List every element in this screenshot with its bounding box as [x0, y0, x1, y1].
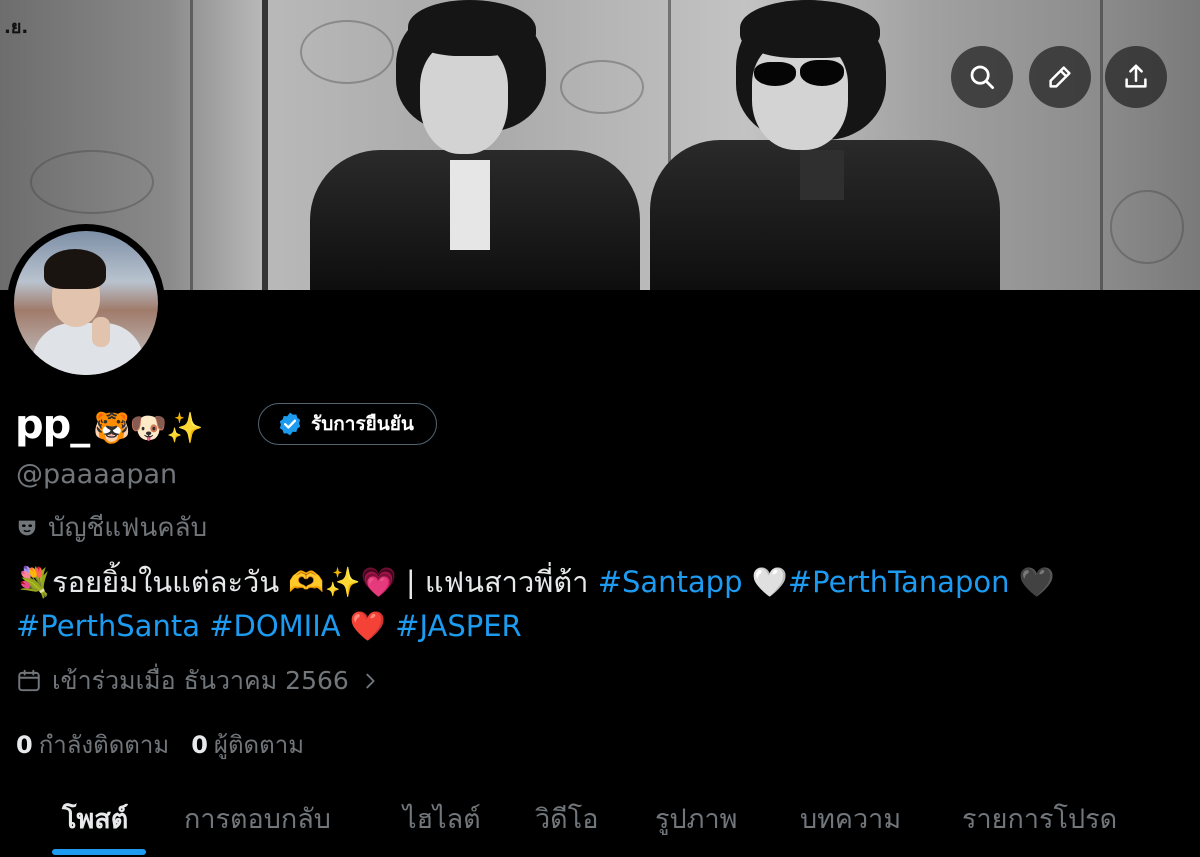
tab-articles[interactable]: บทความ	[800, 797, 901, 840]
get-verified-button[interactable]: รับการยืนยัน	[258, 403, 437, 445]
fan-account-text: บัญชีแฟนคลับ	[48, 513, 208, 543]
avatar-image	[14, 231, 158, 375]
chevron-right-icon	[366, 673, 375, 689]
pencil-icon	[1049, 66, 1071, 88]
verified-badge-icon	[279, 412, 301, 436]
display-name-emojis: 🐯🐶✨	[93, 411, 203, 446]
banner-decoration	[1110, 190, 1184, 264]
avatar[interactable]	[7, 224, 165, 382]
following-count: 0	[16, 731, 33, 759]
calendar-icon	[18, 669, 40, 692]
search-icon	[970, 65, 994, 89]
tab-posts[interactable]: โพสต์	[62, 797, 128, 840]
share-button[interactable]	[1105, 46, 1167, 108]
status-bar-text: .ย.	[4, 17, 29, 38]
hashtag-link[interactable]: #Santapp	[598, 565, 743, 599]
tab-likes[interactable]: รายการโปรด	[962, 797, 1117, 840]
tab-replies[interactable]: การตอบกลับ	[184, 797, 331, 840]
join-date-text: เข้าร่วมเมื่อ ธันวาคม 2566	[52, 666, 349, 695]
bio-text: ❤️	[340, 609, 396, 643]
banner-person-left	[300, 0, 650, 290]
banner-decoration	[30, 150, 154, 214]
following-label: กำลังติดตาม	[38, 731, 170, 759]
followers-label: ผู้ติดตาม	[213, 731, 305, 759]
display-name-text: pp_	[15, 402, 90, 448]
hashtag-link[interactable]: #PerthSanta	[16, 609, 200, 643]
bio-text: 🤍	[742, 565, 788, 599]
banner-person-right	[650, 0, 1000, 290]
active-tab-indicator	[52, 849, 146, 855]
fan-account-label: บัญชีแฟนคลับ	[16, 507, 207, 548]
tab-videos[interactable]: วิดีโอ	[535, 797, 598, 840]
user-handle: @paaaapan	[16, 459, 178, 490]
hashtag-link[interactable]: #DOMIIA	[209, 609, 340, 643]
bio-text	[200, 609, 209, 643]
tab-highlights[interactable]: ไฮไลต์	[403, 797, 481, 840]
banner-decoration	[262, 0, 268, 290]
display-name: pp_ 🐯🐶✨	[15, 402, 203, 448]
follow-stats: 0 กำลังติดตาม 0 ผู้ติดตาม	[16, 725, 304, 764]
hashtag-link[interactable]: #JASPER	[395, 609, 522, 643]
profile-banner[interactable]: .ย.	[0, 0, 1200, 290]
following-stat[interactable]: 0 กำลังติดตาม	[16, 725, 169, 764]
mask-icon	[18, 520, 36, 535]
banner-decoration	[190, 0, 193, 290]
bio-text: 💐รอยยิ้มในแต่ละวัน 🫶✨💗 | แฟนสาวพี่ต้า	[16, 565, 598, 599]
join-date[interactable]: เข้าร่วมเมื่อ ธันวาคม 2566	[16, 661, 381, 701]
tab-photos[interactable]: รูปภาพ	[655, 797, 737, 840]
hashtag-link[interactable]: #PerthTanapon	[788, 565, 1010, 599]
banner-decoration	[1100, 0, 1103, 290]
followers-count: 0	[191, 731, 208, 759]
get-verified-label: รับการยืนยัน	[311, 413, 414, 435]
search-button[interactable]	[951, 46, 1013, 108]
bio-text: 🖤	[1009, 565, 1055, 599]
followers-stat[interactable]: 0 ผู้ติดตาม	[191, 725, 304, 764]
profile-tabs: โพสต์ การตอบกลับ ไฮไลต์ วิดีโอ รูปภาพ บท…	[0, 785, 1200, 857]
profile-bio: 💐รอยยิ้มในแต่ละวัน 🫶✨💗 | แฟนสาวพี่ต้า #S…	[16, 560, 1176, 648]
share-icon	[1125, 64, 1147, 88]
edit-button[interactable]	[1029, 46, 1091, 108]
